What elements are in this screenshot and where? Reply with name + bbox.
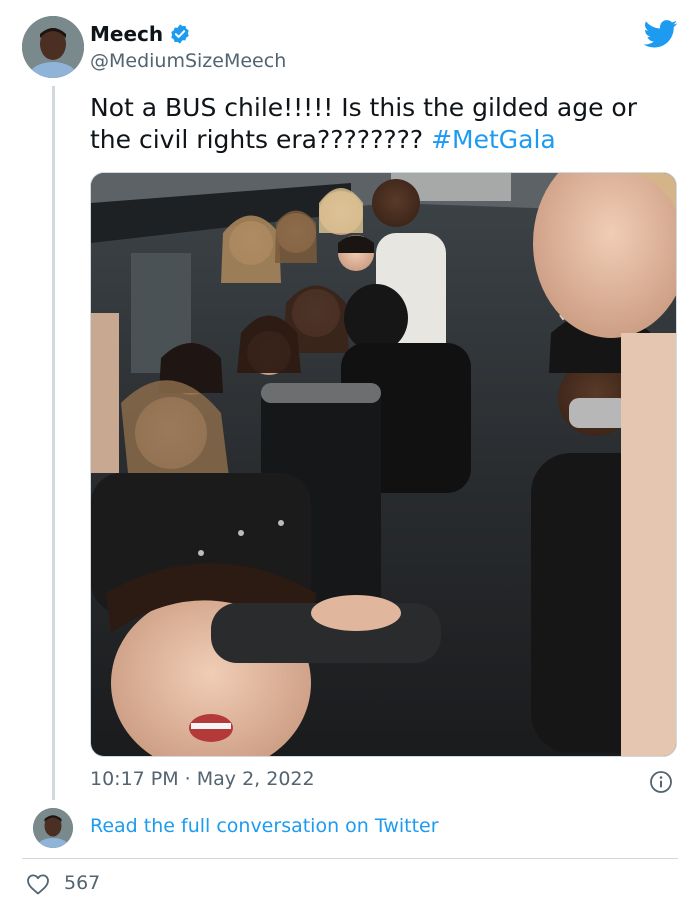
author-name-text[interactable]: Meech bbox=[90, 22, 163, 46]
reply-avatar[interactable] bbox=[33, 808, 73, 848]
tweet-photo[interactable] bbox=[90, 172, 677, 757]
author-name[interactable]: Meech bbox=[90, 22, 191, 46]
verified-badge-icon bbox=[171, 24, 189, 44]
tweet-card: Meech @MediumSizeMeech Not a BUS chile!!… bbox=[0, 0, 700, 912]
like-count: 567 bbox=[64, 872, 101, 894]
twitter-bird-icon[interactable] bbox=[644, 20, 678, 48]
tweet-timestamp[interactable]: 10:17 PM · May 2, 2022 bbox=[90, 768, 315, 790]
divider bbox=[22, 858, 678, 859]
info-icon[interactable] bbox=[649, 770, 673, 794]
author-avatar[interactable] bbox=[22, 16, 84, 78]
photo-content bbox=[91, 173, 676, 756]
tweet-text: Not a BUS chile!!!!! Is this the gilded … bbox=[90, 92, 680, 156]
thread-line bbox=[52, 86, 55, 800]
heart-icon[interactable] bbox=[26, 873, 50, 895]
read-conversation-link[interactable]: Read the full conversation on Twitter bbox=[90, 815, 439, 837]
author-handle[interactable]: @MediumSizeMeech bbox=[90, 50, 286, 72]
hashtag-link[interactable]: #MetGala bbox=[431, 125, 556, 154]
